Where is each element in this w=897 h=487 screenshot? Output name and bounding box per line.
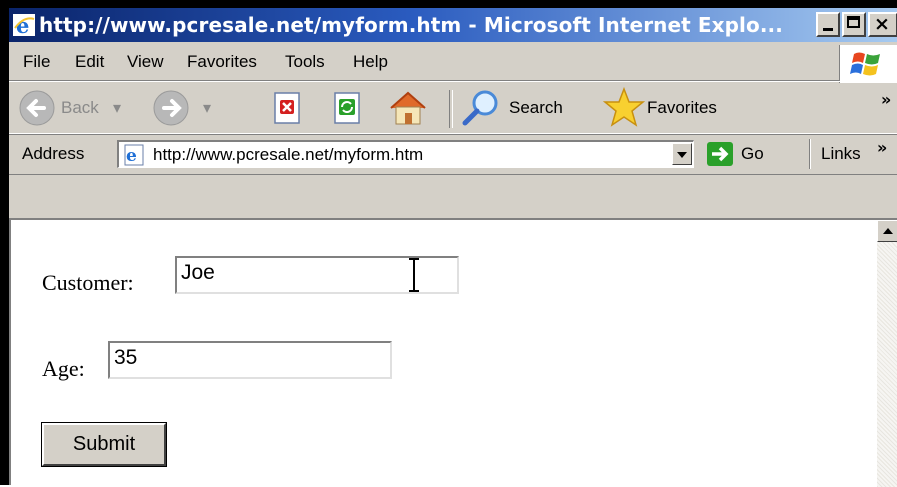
close-button[interactable]: × xyxy=(868,12,897,37)
title-bar[interactable]: e http://www.pcresale.net/myform.htm - M… xyxy=(9,8,897,42)
go-button[interactable]: Go xyxy=(703,140,783,168)
back-dropdown-icon[interactable]: ▾ xyxy=(113,98,121,117)
refresh-button[interactable] xyxy=(327,88,367,128)
back-arrow-icon xyxy=(19,90,55,126)
age-label: Age: xyxy=(42,356,85,381)
menu-help[interactable]: Help xyxy=(353,52,388,72)
customer-label: Customer: xyxy=(42,270,134,295)
stop-button[interactable] xyxy=(267,88,307,128)
home-icon xyxy=(390,91,426,125)
go-label: Go xyxy=(741,144,764,163)
window-title: http://www.pcresale.net/myform.htm - Mic… xyxy=(39,13,783,37)
standard-toolbar: Back ▾ ▾ Search Favorites » xyxy=(9,81,897,135)
back-label: Back xyxy=(61,98,99,117)
forward-button[interactable]: ▾ xyxy=(151,88,229,128)
age-input[interactable]: 35 xyxy=(108,341,392,379)
submit-button[interactable]: Submit xyxy=(41,422,167,467)
maximize-button[interactable] xyxy=(842,12,866,37)
close-icon: × xyxy=(874,13,890,35)
address-bar: Address e http://www.pcresale.net/myform… xyxy=(9,133,897,175)
page-content: Customer: Joe Age: 35 Submit xyxy=(9,218,897,487)
minimize-button[interactable] xyxy=(816,12,840,37)
svg-text:e: e xyxy=(126,146,137,166)
ie-logo-icon: e xyxy=(13,14,35,36)
windows-flag-icon xyxy=(850,52,880,76)
address-input[interactable]: e http://www.pcresale.net/myform.htm xyxy=(117,140,694,168)
menu-favorites[interactable]: Favorites xyxy=(187,52,257,72)
menu-file[interactable]: File xyxy=(23,52,50,72)
forward-arrow-icon xyxy=(153,90,189,126)
menu-view[interactable]: View xyxy=(127,52,164,72)
links-overflow-icon[interactable]: » xyxy=(877,138,887,157)
address-label: Address xyxy=(22,144,85,163)
search-button[interactable]: Search xyxy=(461,88,591,128)
scroll-up-arrow-icon[interactable] xyxy=(877,220,897,242)
refresh-icon xyxy=(334,92,360,124)
links-separator xyxy=(809,139,811,169)
menu-tools[interactable]: Tools xyxy=(285,52,325,72)
back-button[interactable]: Back ▾ xyxy=(17,88,137,128)
links-label[interactable]: Links xyxy=(821,144,861,164)
toolbar-overflow-icon[interactable]: » xyxy=(881,90,891,109)
search-label: Search xyxy=(509,98,563,117)
page-icon: e xyxy=(124,144,144,166)
toolbar-separator xyxy=(449,90,453,128)
menu-bar: File Edit View Favorites Tools Help xyxy=(9,44,897,81)
forward-dropdown-icon[interactable]: ▾ xyxy=(203,98,211,117)
menu-edit[interactable]: Edit xyxy=(75,52,104,72)
go-arrow-icon xyxy=(707,142,733,166)
search-icon xyxy=(462,90,498,126)
windows-logo xyxy=(839,45,897,83)
address-dropdown-icon[interactable] xyxy=(672,143,692,165)
stop-icon xyxy=(274,92,300,124)
home-button[interactable] xyxy=(387,88,431,128)
favorites-star-icon xyxy=(603,87,645,127)
vertical-scrollbar[interactable] xyxy=(877,220,897,487)
address-url: http://www.pcresale.net/myform.htm xyxy=(153,145,424,164)
favorites-label: Favorites xyxy=(647,98,717,117)
text-cursor-icon xyxy=(409,258,419,292)
favorites-button[interactable]: Favorites xyxy=(603,87,763,128)
